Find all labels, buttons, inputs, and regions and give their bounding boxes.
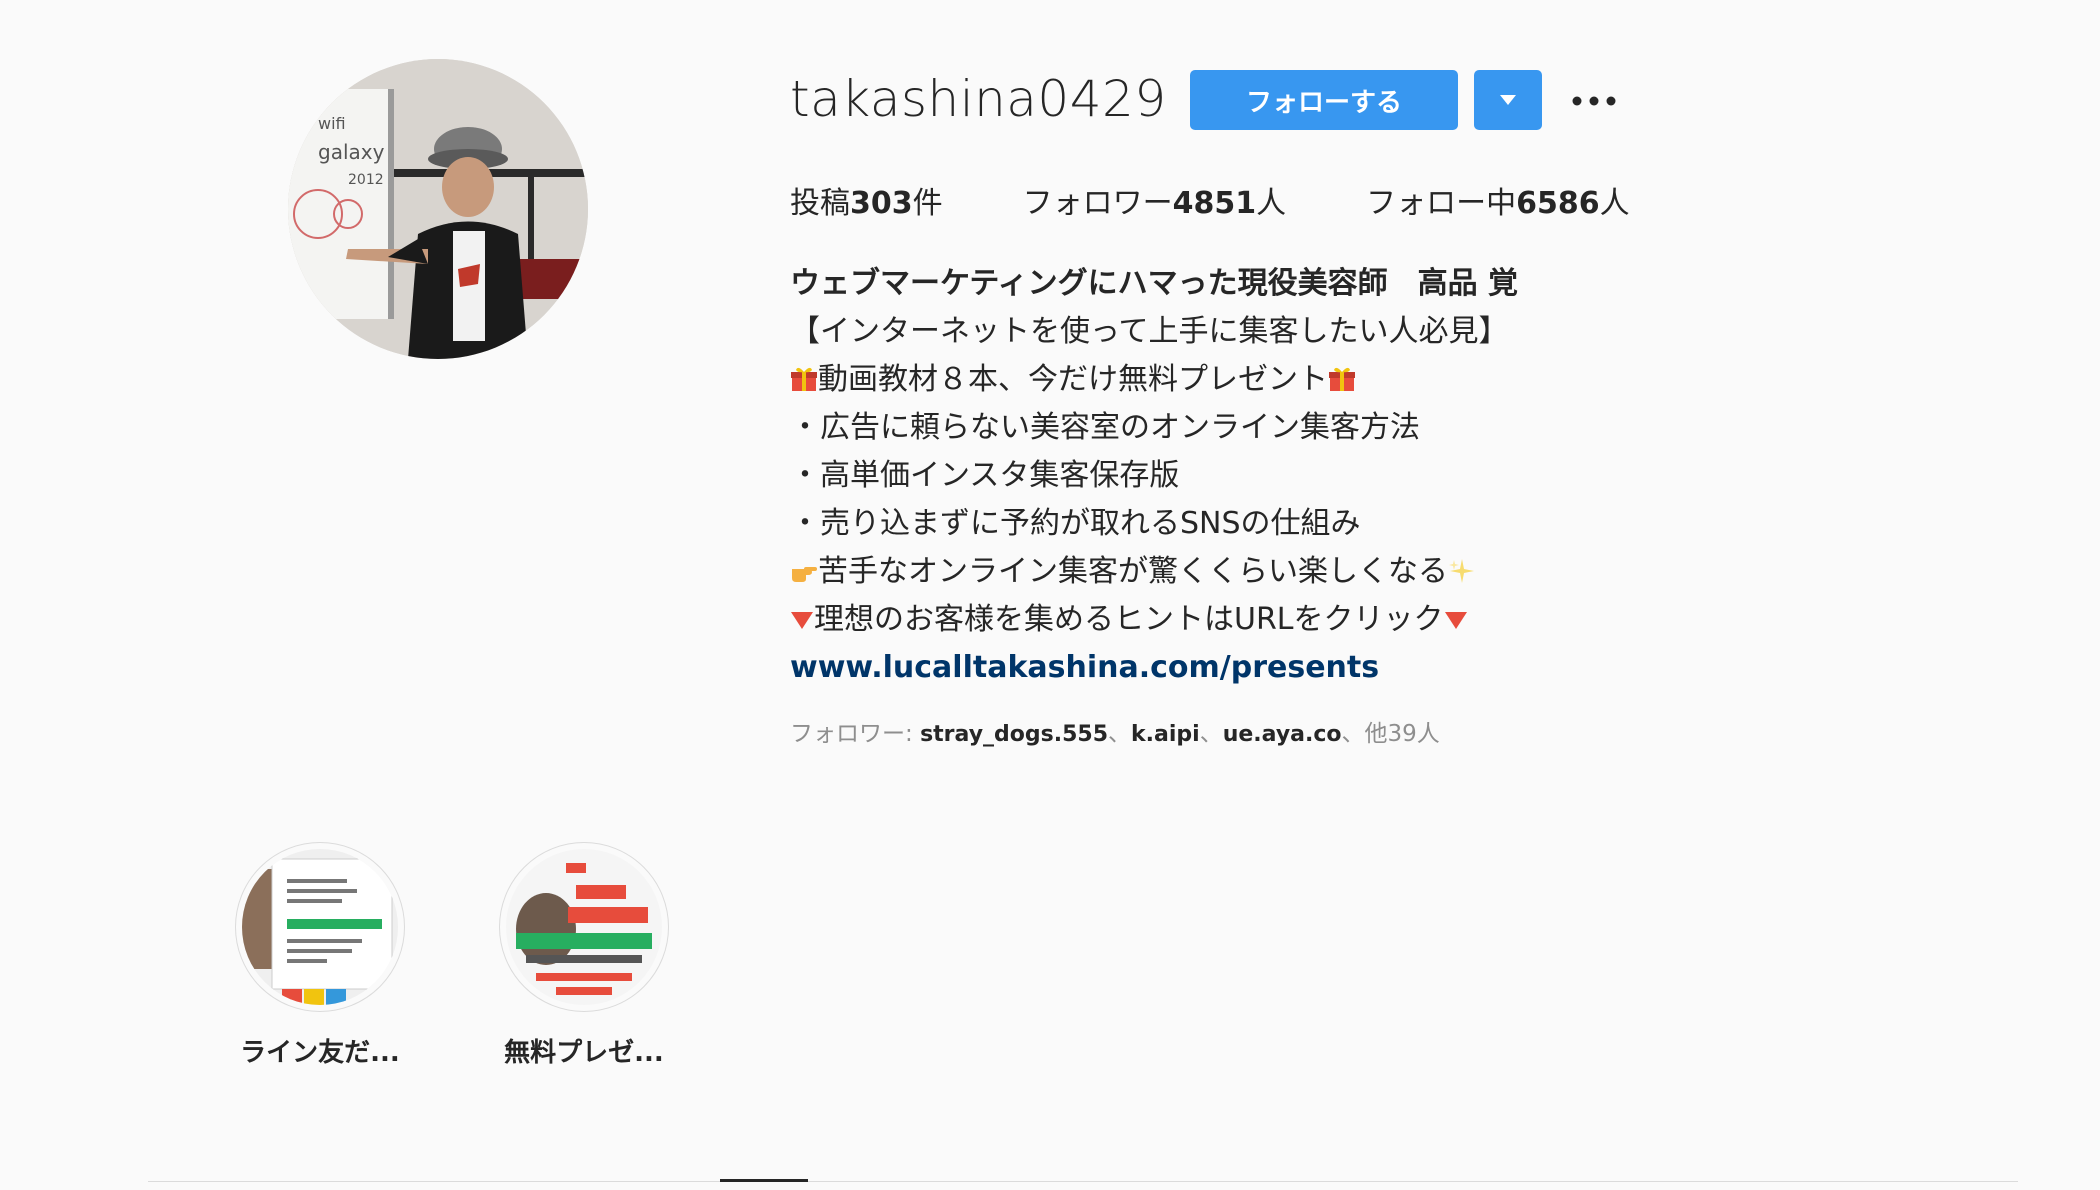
bio-line-pointing: 苦手なオンライン集客が驚くくらい楽しくなる — [790, 548, 1518, 596]
bio-line-cta: 理想のお客様を集めるヒントはURLをクリック — [790, 596, 1518, 644]
sparkles-icon — [1448, 552, 1476, 583]
following-label: フォロー中 — [1366, 186, 1517, 221]
followers-count: 4851 — [1172, 186, 1257, 221]
highlight-ring — [499, 842, 669, 1012]
gift-icon — [1328, 360, 1356, 391]
bio-line-text: 苦手なオンライン集客が驚くくらい楽しくなる — [818, 554, 1448, 589]
red-triangle-down-icon — [1444, 598, 1468, 629]
followed-by[interactable]: フォロワー: stray_dogs.555、k.aipi、ue.aya.co、他… — [790, 714, 1440, 748]
followers-label: フォロワー — [1022, 186, 1173, 221]
website-link[interactable]: www.lucalltakashina.com/presents — [790, 644, 1518, 692]
separator: 、 — [1108, 721, 1132, 747]
highlight-cover — [506, 849, 662, 1005]
ellipsis-icon — [1572, 91, 1616, 110]
red-triangle-down-icon — [790, 598, 814, 629]
posts-suffix: 件 — [912, 186, 943, 221]
svg-text:2012: 2012 — [348, 172, 384, 188]
posts-stat: 投稿303件 — [790, 178, 943, 222]
posts-count: 303 — [850, 186, 913, 221]
follower-account[interactable]: k.aipi — [1131, 722, 1200, 747]
bio-line: ・高単価インスタ集客保存版 — [790, 458, 1180, 493]
separator: 、 — [1199, 721, 1223, 747]
follower-account[interactable]: stray_dogs.555 — [920, 722, 1108, 747]
highlight-label: 無料プレゼ... — [504, 1038, 664, 1068]
bio-line: 【インターネットを使って上手に集客したい人必見】 — [790, 314, 1509, 349]
avatar-photo: wifi galaxy 2012 — [288, 59, 588, 359]
highlight-cover — [242, 849, 398, 1005]
bio-line-text: 理想のお客様を集めるヒントはURLをクリック — [814, 602, 1444, 637]
posts-label: 投稿 — [790, 186, 850, 221]
active-tab-indicator[interactable] — [720, 1179, 808, 1182]
bio-line-gift: 動画教材８本、今だけ無料プレゼント — [790, 356, 1518, 404]
highlight-label: ライン友だ... — [240, 1038, 400, 1068]
bio-line: ・売り込まずに予約が取れるSNSの仕組み — [790, 506, 1361, 541]
story-highlight[interactable]: 無料プレゼ... — [497, 842, 671, 1069]
bio-line-text: 動画教材８本、今だけ無料プレゼント — [818, 362, 1328, 397]
followers-stat[interactable]: フォロワー4851人 — [1023, 178, 1287, 222]
followers-suffix: 人 — [1256, 186, 1287, 221]
profile-bio: ウェブマーケティングにハマった現役美容師 高品 覚 【インターネットを使って上手… — [790, 260, 1518, 692]
story-highlight[interactable]: ライン友だ... — [233, 842, 407, 1069]
suggested-dropdown-button[interactable] — [1474, 70, 1542, 130]
follow-button[interactable]: フォローする — [1190, 70, 1458, 130]
follower-account[interactable]: ue.aya.co — [1223, 722, 1342, 747]
full-name: ウェブマーケティングにハマった現役美容師 高品 覚 — [790, 266, 1519, 301]
profile-page: wifi galaxy 2012 takashina0429 フォローする 投稿… — [0, 0, 2100, 1190]
pointing-hand-icon — [790, 552, 818, 582]
separator: 、 — [1341, 721, 1365, 747]
following-stat[interactable]: フォロー中6586人 — [1366, 178, 1630, 222]
tab-divider — [148, 1181, 2018, 1182]
highlight-ring — [235, 842, 405, 1012]
username-heading: takashina0429 — [790, 70, 1167, 128]
more-options-button[interactable] — [1568, 80, 1620, 120]
svg-text:wifi: wifi — [318, 114, 346, 133]
following-count: 6586 — [1516, 186, 1600, 221]
profile-stats: 投稿303件 フォロワー4851人 フォロー中6586人 — [790, 178, 1710, 222]
caret-down-icon — [1500, 93, 1516, 108]
followed-by-label: フォロワー: — [790, 721, 921, 747]
bio-line: ・広告に頼らない美容室のオンライン集客方法 — [790, 410, 1420, 445]
gift-icon — [790, 360, 818, 391]
profile-avatar[interactable]: wifi galaxy 2012 — [288, 59, 588, 359]
svg-text:galaxy: galaxy — [318, 140, 385, 164]
followed-by-others[interactable]: 他39人 — [1365, 721, 1440, 747]
following-suffix: 人 — [1599, 186, 1630, 221]
